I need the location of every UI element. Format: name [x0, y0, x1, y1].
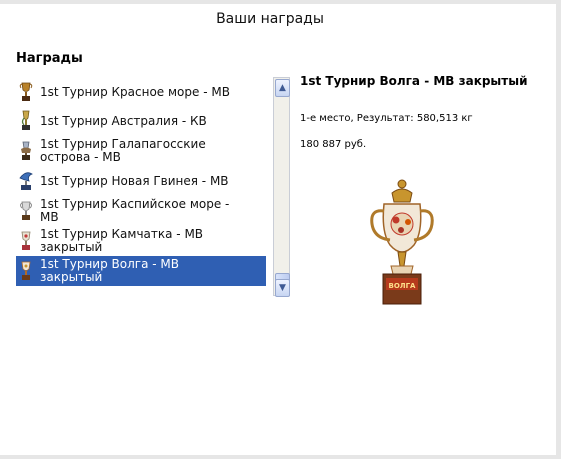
scroll-down-button[interactable]: ▼ — [275, 279, 290, 297]
award-item-label: 1st Турнир Камчатка - МВ закрытый — [40, 227, 204, 254]
trophy-icon — [21, 141, 31, 160]
award-item-red-sea[interactable]: 1st Турнир Красное море - МВ — [16, 81, 266, 103]
award-detail-place: 1-е место, Результат: 580,513 кг — [300, 113, 473, 124]
trophy-icon — [19, 82, 33, 101]
awards-heading: Награды — [16, 51, 83, 66]
window-right-border — [556, 0, 561, 459]
window-top-border — [0, 0, 561, 4]
awards-scrollbar[interactable]: ▲ ▼ — [273, 77, 290, 297]
award-item-australia[interactable]: 1st Турнир Австралия - КВ — [16, 110, 266, 132]
scroll-up-button[interactable]: ▲ — [275, 79, 290, 97]
award-item-volga[interactable]: 1st Турнир Волга - МВ закрытый — [16, 256, 266, 286]
award-item-caspian[interactable]: 1st Турнир Каспийское море - МВ — [16, 197, 266, 224]
award-item-galapagos[interactable]: 1st Турнир Галапагосские острова - МВ — [16, 137, 266, 165]
trophy-icon: ВОЛГА — [370, 179, 434, 305]
award-detail-title: 1st Турнир Волга - МВ закрытый — [300, 74, 528, 88]
award-item-label: 1st Турнир Галапагосские острова - МВ — [40, 137, 206, 164]
trophy-icon — [21, 110, 30, 130]
award-item-new-guinea[interactable]: 1st Турнир Новая Гвинея - МВ — [16, 170, 266, 192]
award-item-label: 1st Турнир Красное море - МВ — [40, 84, 230, 99]
window-bottom-border — [0, 455, 561, 459]
trophy-icon — [20, 201, 32, 220]
award-item-kamchatka[interactable]: 1st Турнир Камчатка - МВ закрытый — [16, 227, 266, 255]
award-item-label: 1st Турнир Новая Гвинея - МВ — [40, 173, 229, 188]
trophy-plaque-label: ВОЛГА — [389, 282, 417, 290]
award-item-label: 1st Турнир Волга - МВ закрытый — [40, 257, 179, 284]
award-item-label: 1st Турнир Австралия - КВ — [40, 113, 207, 128]
dialog-title: Ваши награды — [216, 11, 324, 27]
award-item-label: 1st Турнир Каспийское море - МВ — [40, 197, 230, 224]
award-detail-prize: 180 887 руб. — [300, 139, 367, 150]
trophy-icon — [21, 261, 31, 280]
trophy-icon — [19, 172, 33, 190]
trophy-icon — [21, 231, 31, 250]
scroll-down-icon: ▼ — [279, 283, 286, 293]
awards-list[interactable]: 1st Турнир Красное море - МВ 1st Турнир … — [16, 78, 268, 288]
scroll-up-icon: ▲ — [279, 83, 286, 93]
